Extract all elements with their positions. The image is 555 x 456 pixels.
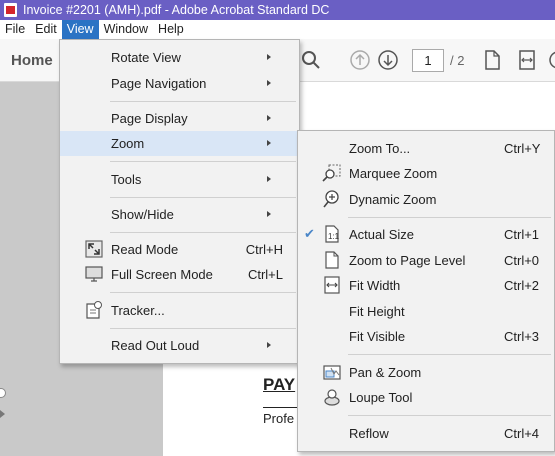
dynamic-zoom-icon [323,190,339,208]
menu-item-dynamic-zoom[interactable]: Dynamic Zoom [298,187,554,212]
full-screen-icon [85,266,103,282]
pan-zoom-icon [323,365,341,380]
search-icon[interactable] [300,49,322,71]
page-number-input[interactable]: 1 [412,49,444,72]
expand-pane-icon[interactable] [0,410,5,418]
menu-bar: File Edit View Window Help [0,20,555,39]
menu-item-actual-size[interactable]: ✔ 1:1 Actual Size Ctrl+1 [298,222,554,247]
pane-handle[interactable] [0,388,6,398]
acrobat-pdf-icon [4,3,17,17]
checkmark-icon: ✔ [304,226,315,241]
menu-item-tracker[interactable]: Tracker... [60,298,299,323]
menu-item-show-hide[interactable]: Show/Hide [60,202,299,227]
loupe-tool-icon [324,389,340,406]
menu-item-read-mode[interactable]: Read Mode Ctrl+H [60,237,299,262]
chevron-right-icon [267,211,271,217]
menu-item-fit-visible[interactable]: Fit Visible Ctrl+3 [298,324,554,349]
actual-size-icon: 1:1 [325,225,340,243]
menu-file[interactable]: File [0,20,30,39]
menu-item-tools[interactable]: Tools [60,167,299,192]
menu-item-zoom[interactable]: Zoom [60,131,299,156]
menu-separator [110,328,296,329]
prev-page-icon[interactable] [349,49,371,71]
chevron-right-icon [267,140,271,146]
menu-item-rotate-view[interactable]: Rotate View [60,45,299,70]
chevron-right-icon [267,54,271,60]
title-bar: Invoice #2201 (AMH).pdf - Adobe Acrobat … [0,0,555,20]
menu-item-pan-zoom[interactable]: Pan & Zoom [298,360,554,385]
menu-item-reflow[interactable]: Reflow Ctrl+4 [298,421,554,446]
chevron-right-icon [267,115,271,121]
view-menu: Rotate View Page Navigation Page Display… [59,39,300,364]
marquee-zoom-icon [322,164,341,182]
page-level-icon [325,251,339,269]
menu-separator [110,232,296,233]
read-mode-icon [85,240,103,258]
menu-separator [348,415,551,416]
chevron-right-icon [267,176,271,182]
page-icon[interactable] [481,49,503,71]
more-tools-icon[interactable] [547,49,555,71]
menu-item-zoom-to-page-level[interactable]: Zoom to Page Level Ctrl+0 [298,248,554,273]
tracker-icon [86,301,102,319]
home-tab[interactable]: Home [0,39,58,82]
page-total: / 2 [450,53,465,68]
menu-edit[interactable]: Edit [30,20,62,39]
menu-separator [110,161,296,162]
menu-item-page-display[interactable]: Page Display [60,106,299,131]
fit-width-icon[interactable] [516,49,538,71]
menu-item-fit-width[interactable]: Fit Width Ctrl+2 [298,273,554,298]
chevron-right-icon [267,342,271,348]
document-heading: PAY [263,375,296,394]
next-page-icon[interactable] [377,49,399,71]
menu-separator [348,217,551,218]
svg-text:1:1: 1:1 [328,232,340,241]
menu-separator [110,101,296,102]
menu-item-fit-height[interactable]: Fit Height [298,299,554,324]
menu-separator [110,292,296,293]
document-text: Profe [263,411,295,426]
chevron-right-icon [267,80,271,86]
menu-view[interactable]: View [61,20,99,39]
menu-item-marquee-zoom[interactable]: Marquee Zoom [298,161,554,186]
menu-item-page-navigation[interactable]: Page Navigation [60,71,299,96]
fit-width-icon [324,276,340,294]
menu-item-full-screen-mode[interactable]: Full Screen Mode Ctrl+L [60,262,299,287]
menu-separator [110,197,296,198]
menu-item-read-out-loud[interactable]: Read Out Loud [60,333,299,358]
window-title: Invoice #2201 (AMH).pdf - Adobe Acrobat … [23,3,330,17]
menu-separator [348,354,551,355]
menu-help[interactable]: Help [153,20,189,39]
zoom-submenu: Zoom To... Ctrl+Y Marquee Zoom Dynamic Z… [297,130,555,452]
menu-item-loupe-tool[interactable]: Loupe Tool [298,385,554,410]
menu-window[interactable]: Window [99,20,153,39]
menu-item-zoom-to[interactable]: Zoom To... Ctrl+Y [298,136,554,161]
